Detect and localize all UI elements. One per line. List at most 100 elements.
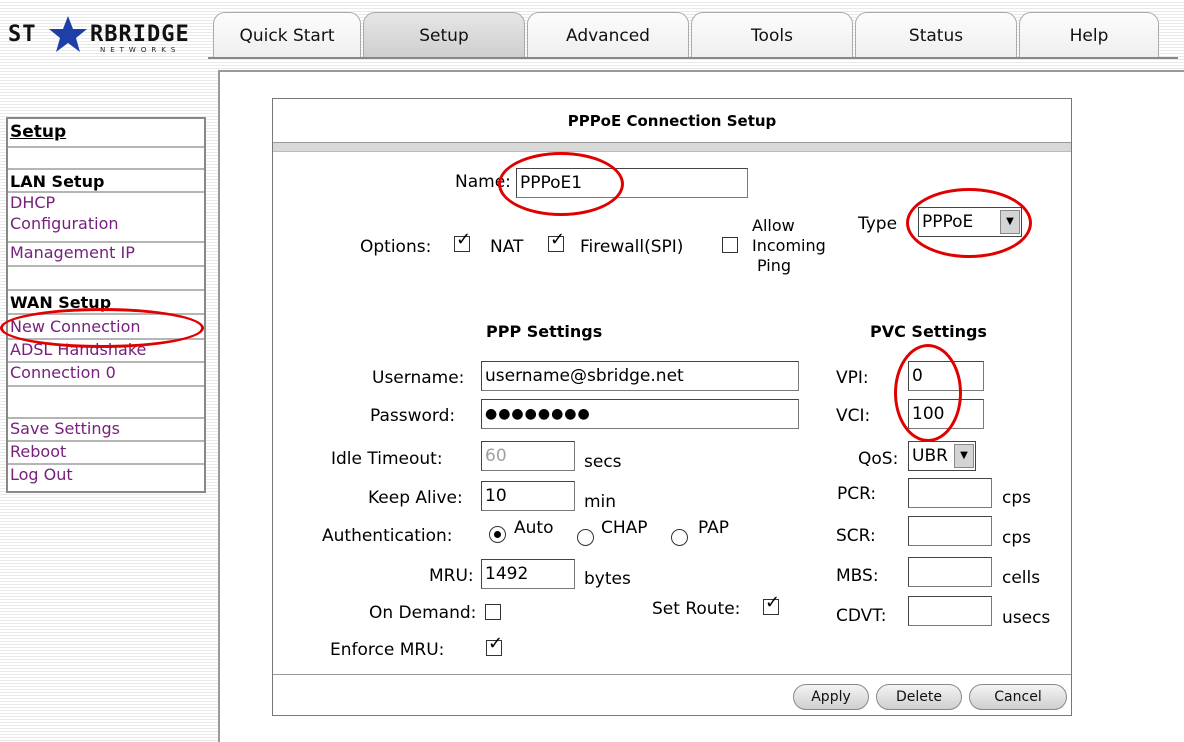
sidebar: Setup LAN Setup DHCP Configuration Manag… — [6, 117, 206, 493]
tab-quick-start[interactable]: Quick Start — [213, 12, 361, 58]
allow-ping-label: Allow Incoming Ping — [752, 216, 826, 275]
panel-footer-divider — [273, 674, 1071, 675]
tab-tools[interactable]: Tools — [691, 12, 853, 58]
mbs-label: MBS: — [836, 566, 879, 586]
auth-pap-label: PAP — [698, 518, 730, 538]
vci-label: VCI: — [836, 406, 871, 426]
auth-pap-radio[interactable] — [671, 529, 688, 546]
enforce-mru-checkbox[interactable]: ✓ — [486, 635, 503, 656]
type-select[interactable]: PPPoE ▼ — [918, 207, 1022, 237]
sidebar-item-adsl-handshake[interactable]: ADSL Handshake — [8, 340, 204, 363]
firewall-checkbox[interactable]: ✓ — [548, 231, 565, 252]
idle-timeout-input[interactable]: 60 — [481, 441, 575, 471]
idle-timeout-label: Idle Timeout: — [331, 449, 443, 469]
sidebar-header-wan: WAN Setup — [8, 293, 204, 315]
name-input[interactable]: PPPoE1 — [516, 168, 748, 198]
password-input[interactable]: ●●●●●●●● — [481, 399, 799, 429]
auth-auto-radio[interactable] — [489, 526, 506, 543]
cdvt-input[interactable] — [908, 596, 992, 626]
type-label: Type — [858, 214, 898, 234]
idle-timeout-unit: secs — [584, 452, 622, 472]
sidebar-item-new-connection[interactable]: New Connection — [8, 317, 204, 340]
keep-alive-label: Keep Alive: — [368, 488, 463, 508]
sidebar-title[interactable]: Setup — [8, 123, 204, 148]
cdvt-label: CDVT: — [836, 606, 887, 626]
firewall-label: Firewall(SPI) — [580, 237, 684, 257]
vpi-label: VPI: — [836, 368, 869, 388]
check-mark-icon: ✓ — [550, 229, 566, 250]
sidebar-item-save-settings[interactable]: Save Settings — [8, 419, 204, 442]
authentication-label: Authentication: — [322, 526, 453, 546]
chevron-down-icon[interactable]: ▼ — [1000, 210, 1020, 234]
nat-checkbox[interactable]: ✓ — [454, 231, 471, 252]
qos-select-value: UBR — [912, 446, 948, 466]
pcr-label: PCR: — [837, 484, 877, 504]
scr-label: SCR: — [836, 526, 876, 546]
vpi-input[interactable]: 0 — [908, 361, 984, 391]
sidebar-item-log-out[interactable]: Log Out — [8, 465, 204, 489]
chevron-down-icon[interactable]: ▼ — [954, 444, 974, 468]
vci-input[interactable]: 100 — [908, 399, 984, 429]
tab-status[interactable]: Status — [855, 12, 1017, 58]
sidebar-item-management-ip[interactable]: Management IP — [8, 243, 204, 267]
delete-button[interactable]: Delete — [876, 684, 962, 710]
pcr-unit: cps — [1002, 488, 1031, 508]
on-demand-label: On Demand: — [369, 603, 477, 623]
radio-selected-dot — [494, 531, 501, 538]
options-label: Options: — [360, 237, 432, 257]
qos-select[interactable]: UBR ▼ — [908, 441, 976, 471]
panel-title: PPPoE Connection Setup — [567, 112, 777, 130]
pvc-settings-header: PVC Settings — [870, 322, 987, 341]
auth-chap-label: CHAP — [601, 518, 648, 538]
allow-ping-checkbox[interactable] — [722, 237, 738, 253]
apply-button[interactable]: Apply — [793, 684, 869, 710]
check-mark-icon: ✓ — [488, 633, 504, 654]
keep-alive-unit: min — [584, 492, 617, 512]
scr-unit: cps — [1002, 528, 1031, 548]
nat-label: NAT — [490, 237, 524, 257]
type-select-value: PPPoE — [922, 212, 974, 232]
check-mark-icon: ✓ — [765, 592, 781, 613]
auth-chap-radio[interactable] — [577, 529, 594, 546]
sidebar-item-reboot[interactable]: Reboot — [8, 442, 204, 465]
enforce-mru-label: Enforce MRU: — [330, 640, 445, 660]
logo-text-left: ST — [8, 22, 37, 47]
username-label: Username: — [372, 368, 465, 388]
logo-subtext: NETWORKS — [100, 46, 181, 54]
scr-input[interactable] — [908, 516, 992, 546]
sidebar-spacer — [8, 148, 204, 170]
panel-header-divider — [273, 142, 1071, 152]
sidebar-spacer — [8, 387, 204, 419]
check-mark-icon: ✓ — [456, 229, 472, 250]
tab-setup[interactable]: Setup — [363, 12, 525, 58]
cancel-button[interactable]: Cancel — [969, 684, 1067, 710]
on-demand-checkbox[interactable] — [485, 604, 501, 620]
sidebar-item-label: Configuration — [10, 214, 119, 233]
mru-unit: bytes — [584, 569, 631, 589]
sidebar-item-dhcp-configuration[interactable]: DHCP Configuration — [8, 193, 204, 243]
mbs-input[interactable] — [908, 557, 992, 587]
sidebar-header-lan: LAN Setup — [8, 172, 204, 193]
tab-advanced[interactable]: Advanced — [527, 12, 689, 58]
mbs-unit: cells — [1002, 568, 1041, 588]
set-route-checkbox[interactable]: ✓ — [763, 594, 780, 615]
logo-star-icon — [49, 16, 87, 52]
logo-text-right: RBRIDGE — [90, 22, 190, 47]
auth-auto-label: Auto — [514, 518, 554, 538]
pcr-input[interactable] — [908, 478, 992, 508]
name-label: Name: — [455, 172, 511, 192]
tab-help[interactable]: Help — [1019, 12, 1159, 58]
starbridge-logo: ST RBRIDGE NETWORKS — [8, 16, 208, 56]
qos-label: QoS: — [858, 449, 899, 469]
sidebar-item-label: DHCP — [10, 193, 56, 212]
mru-input[interactable]: 1492 — [481, 559, 575, 589]
sidebar-item-connection-0[interactable]: Connection 0 — [8, 363, 204, 387]
password-label: Password: — [370, 406, 456, 426]
cdvt-unit: usecs — [1002, 608, 1051, 628]
username-input[interactable]: username@sbridge.net — [481, 361, 799, 391]
sidebar-spacer — [8, 267, 204, 291]
set-route-label: Set Route: — [652, 599, 741, 619]
tabs-divider — [208, 57, 1178, 59]
mru-label: MRU: — [429, 566, 474, 586]
keep-alive-input[interactable]: 10 — [481, 481, 575, 511]
